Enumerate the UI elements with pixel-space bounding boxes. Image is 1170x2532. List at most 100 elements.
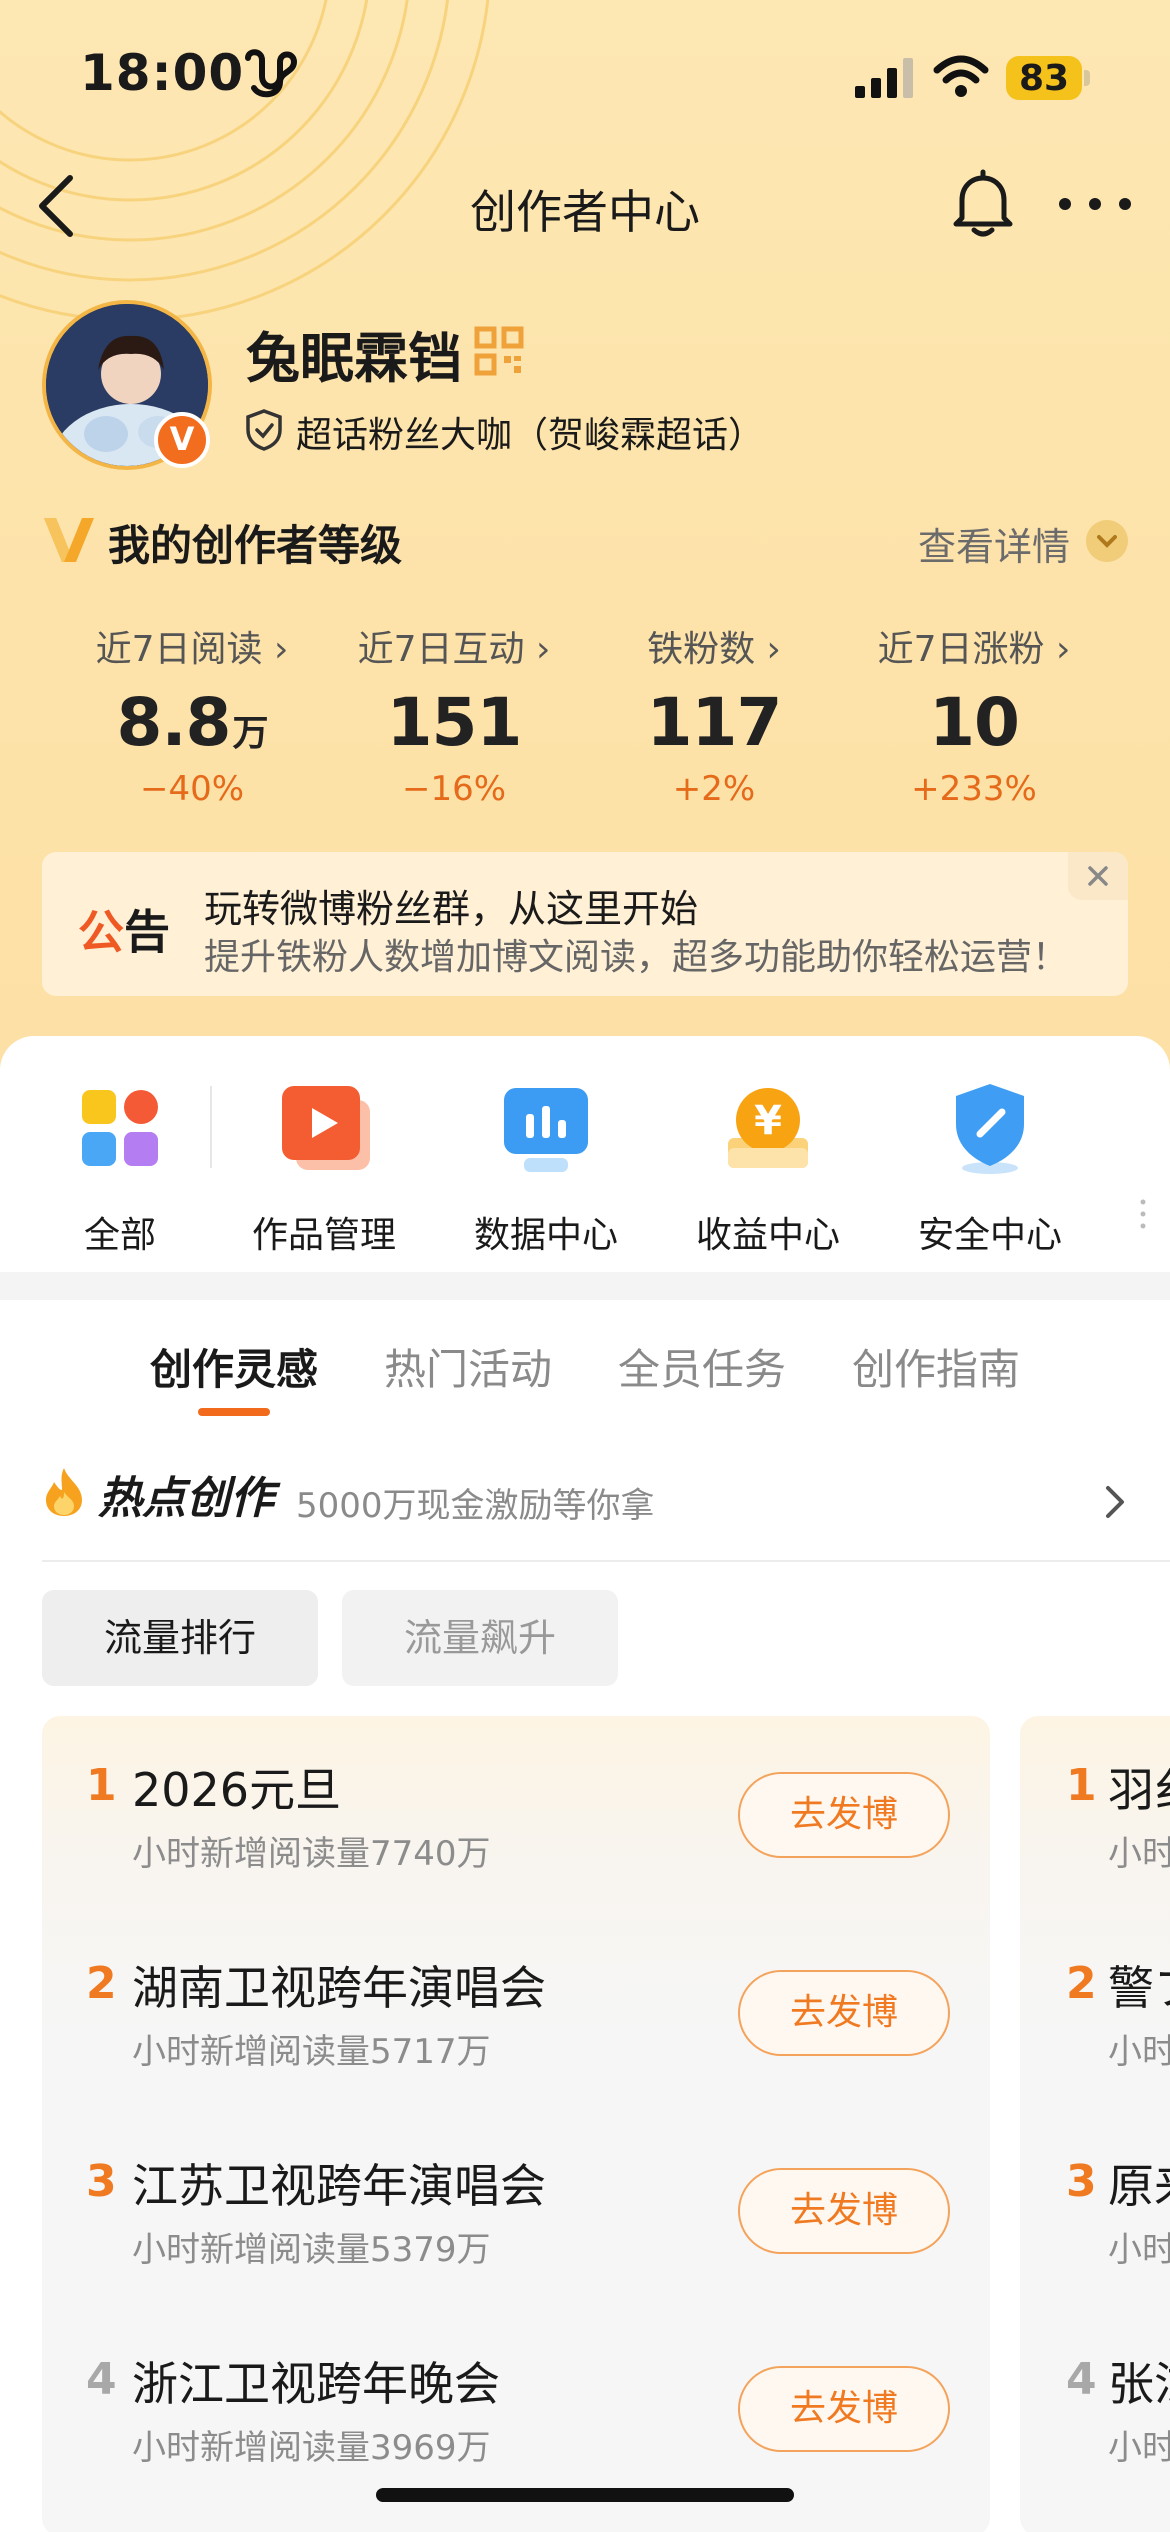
verified-badge: V <box>154 412 210 468</box>
topic-title: 浙江卫视跨年晚会 <box>132 2357 500 2411</box>
battery-indicator: 83 <box>1006 56 1090 100</box>
tool-label: 安全中心 <box>917 1215 1062 1256</box>
rank-number: 4 <box>86 2354 117 2405</box>
list-item[interactable]: 4 张泫 小时 <box>1020 2310 1170 2508</box>
notification-bell-button[interactable] <box>950 168 1016 240</box>
stat-label: 近7日阅读 › <box>95 629 289 670</box>
stat-value: 151 <box>386 684 523 761</box>
ranking-card: 1 2026元旦 小时新增阅读量7740万 去发博 2 湖南卫视跨年演唱会 小时… <box>42 1716 990 2532</box>
rank-number: 2 <box>1066 1958 1097 2009</box>
tab-creation-inspiration[interactable]: 创作灵感 <box>150 1336 318 1397</box>
divider <box>210 1086 212 1168</box>
username: 兔眠霖铛 <box>246 327 462 390</box>
list-item[interactable]: 1 羽纟 小时 <box>1020 1716 1170 1914</box>
topic-title: 警ブ <box>1108 1961 1170 2015</box>
tool-label: 作品管理 <box>251 1215 396 1256</box>
battery-level: 83 <box>1018 58 1070 99</box>
shield-check-icon <box>246 409 282 451</box>
tab-hot-activities[interactable]: 热门活动 <box>384 1336 552 1397</box>
more-options-button[interactable] <box>1055 182 1135 226</box>
divider <box>42 1560 1170 1562</box>
tab-creation-guide[interactable]: 创作指南 <box>852 1336 1020 1397</box>
rank-number: 3 <box>86 2156 117 2207</box>
post-button[interactable]: 去发博 <box>738 2366 950 2452</box>
hot-creation-title[interactable]: 热点创作 <box>98 1462 274 1526</box>
topic-reads: 小时新增阅读量5717万 <box>132 2032 491 2072</box>
topic-reads: 小时新增阅读量5379万 <box>132 2230 491 2270</box>
cellular-signal-icon <box>855 58 913 98</box>
announcement-title: 玩转微博粉丝群，从这里开始 <box>204 887 699 931</box>
tool-data-center[interactable]: 数据中心 <box>436 1078 656 1258</box>
stat-label: 近7日涨粉 › <box>877 629 1071 670</box>
rank-number: 2 <box>86 1958 117 2009</box>
topic-reads: 小时新增阅读量7740万 <box>132 1834 491 1874</box>
rank-number: 1 <box>1066 1760 1097 1811</box>
filter-traffic-surge[interactable]: 流量飙升 <box>342 1590 618 1686</box>
stat-label: 铁粉数 › <box>647 629 781 670</box>
stat-iron-fans[interactable]: 铁粉数 › 117 +2% <box>584 620 844 809</box>
topic-title: 原来 <box>1108 2159 1170 2213</box>
tool-all[interactable]: 全部 <box>10 1078 230 1258</box>
list-item[interactable]: 3 江苏卫视跨年演唱会 小时新增阅读量5379万 去发博 <box>42 2112 990 2310</box>
scroll-hint-icon <box>1140 1199 1146 1229</box>
rank-number: 4 <box>1066 2354 1097 2405</box>
topic-title: 江苏卫视跨年演唱会 <box>132 2159 546 2213</box>
focus-mode-icon <box>245 49 298 98</box>
topic-reads: 小时 <box>1108 2230 1170 2270</box>
post-button[interactable]: 去发博 <box>738 1772 950 1858</box>
topic-title: 羽纟 <box>1108 1763 1170 1817</box>
post-button[interactable]: 去发博 <box>738 2168 950 2254</box>
chevron-right-icon[interactable] <box>1098 1482 1132 1522</box>
chart-icon <box>504 1088 588 1172</box>
home-indicator[interactable] <box>376 2488 794 2502</box>
topic-title: 湖南卫视跨年演唱会 <box>132 1961 546 2015</box>
section-divider <box>0 1272 1170 1300</box>
close-icon[interactable] <box>1068 852 1128 900</box>
stat-change: −16% <box>401 769 507 809</box>
fan-title[interactable]: 超话粉丝大咖（贺峻霖超话） <box>296 406 764 458</box>
post-button[interactable]: 去发博 <box>738 1970 950 2056</box>
status-time: 18:00 <box>80 44 245 102</box>
tool-label: 全部 <box>83 1215 156 1256</box>
fire-icon <box>46 1468 82 1516</box>
tool-earnings-center[interactable]: ¥ 收益中心 <box>658 1078 878 1258</box>
yuan-coin-icon: ¥ <box>728 1088 808 1168</box>
stat-reads[interactable]: 近7日阅读 › 8.8万 −40% <box>62 620 322 809</box>
hot-creation-subtitle: 5000万现金激励等你拿 <box>296 1486 655 1526</box>
chevron-down-icon[interactable] <box>1086 520 1128 562</box>
list-item[interactable]: 3 原来 小时 <box>1020 2112 1170 2310</box>
rank-number: 3 <box>1066 2156 1097 2207</box>
stat-interactions[interactable]: 近7日互动 › 151 −16% <box>324 620 584 809</box>
tools-card: 全部 作品管理 数据中心 ¥ 收益中心 安全中心 <box>0 1036 1170 1272</box>
tool-security-center[interactable]: 安全中心 <box>880 1078 1100 1258</box>
list-item[interactable]: 2 湖南卫视跨年演唱会 小时新增阅读量5717万 去发博 <box>42 1914 990 2112</box>
filter-traffic-ranking[interactable]: 流量排行 <box>42 1590 318 1686</box>
grid-icon <box>82 1090 158 1166</box>
topic-title: 2026元旦 <box>132 1763 342 1817</box>
topic-title: 张泫 <box>1108 2357 1170 2411</box>
announcement-tag: 公告 <box>78 905 170 959</box>
active-tab-indicator <box>198 1408 270 1416</box>
topic-reads: 小时 <box>1108 2428 1170 2468</box>
tool-label: 收益中心 <box>695 1215 840 1256</box>
view-details-link[interactable]: 查看详情 <box>918 516 1070 571</box>
creator-level-title: 我的创作者等级 <box>108 521 403 570</box>
wifi-icon <box>933 55 989 97</box>
list-item[interactable]: 2 警ブ 小时 <box>1020 1914 1170 2112</box>
creator-level-icon <box>44 518 94 562</box>
topic-reads: 小时 <box>1108 1834 1170 1874</box>
stat-new-fans[interactable]: 近7日涨粉 › 10 +233% <box>844 620 1104 809</box>
list-item[interactable]: 1 2026元旦 小时新增阅读量7740万 去发博 <box>42 1716 990 1914</box>
stat-label: 近7日互动 › <box>357 629 551 670</box>
stat-change: +233% <box>911 769 1037 809</box>
stat-value: 10 <box>929 684 1020 761</box>
tool-label: 数据中心 <box>473 1215 618 1256</box>
stat-change: −40% <box>139 769 245 809</box>
qr-code-icon[interactable] <box>474 326 524 376</box>
announcement-banner[interactable]: 公告 玩转微博粉丝群，从这里开始 提升铁粉人数增加博文阅读，超多功能助你轻松运营… <box>42 852 1128 996</box>
tab-all-tasks[interactable]: 全员任务 <box>618 1336 786 1397</box>
list-item[interactable]: 4 浙江卫视跨年晚会 小时新增阅读量3969万 去发博 <box>42 2310 990 2508</box>
ranking-card-secondary[interactable]: 1 羽纟 小时 2 警ブ 小时 3 原来 小时 4 张泫 小时 <box>1020 1716 1170 2532</box>
tool-works-management[interactable]: 作品管理 <box>214 1078 434 1258</box>
video-icon <box>282 1086 370 1170</box>
